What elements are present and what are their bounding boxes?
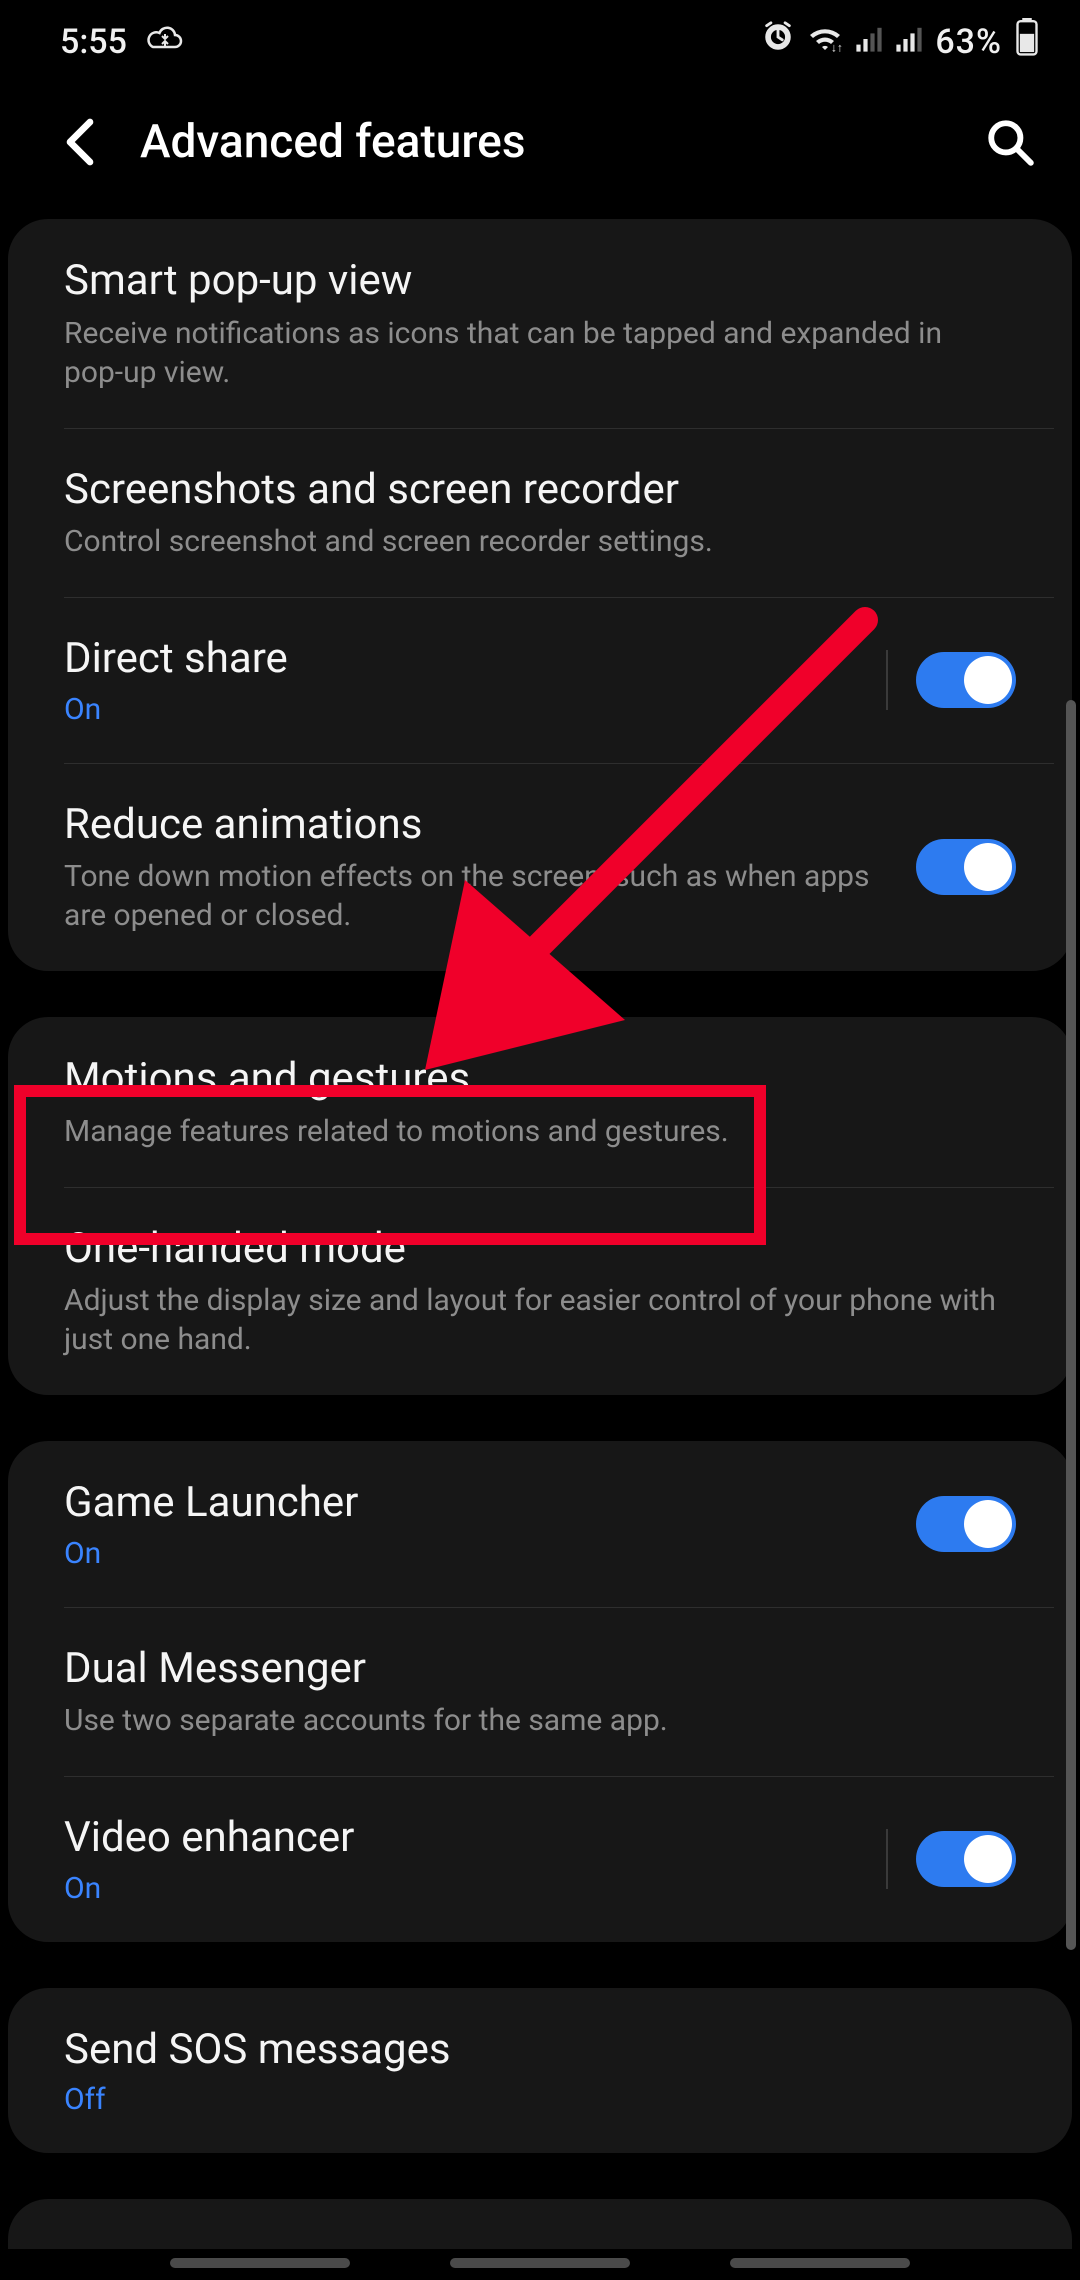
status-bar: 5:55 ↓↑ 63% — [0, 0, 1080, 75]
game-launcher-toggle[interactable] — [916, 1496, 1016, 1552]
setting-title: Motions and gestures — [64, 1053, 996, 1106]
setting-game-launcher[interactable]: Game Launcher On — [8, 1441, 1072, 1607]
signal-1-icon — [855, 22, 883, 62]
cloud-sync-icon — [145, 22, 185, 62]
nav-home[interactable] — [450, 2258, 630, 2268]
battery-percent: 63% — [935, 22, 1002, 62]
chevron-left-icon — [60, 117, 100, 167]
signal-2-icon — [895, 22, 923, 62]
setting-smart-popup[interactable]: Smart pop-up view Receive notifications … — [8, 219, 1072, 428]
app-header: Advanced features — [0, 75, 1080, 219]
setting-direct-share[interactable]: Direct share On — [8, 597, 1072, 763]
toggle-separator — [886, 650, 888, 710]
settings-group: Motions and gestures Manage features rel… — [8, 1017, 1072, 1395]
setting-title: Smart pop-up view — [64, 255, 996, 308]
video-enhancer-toggle[interactable] — [916, 1831, 1016, 1887]
setting-screenshots[interactable]: Screenshots and screen recorder Control … — [8, 428, 1072, 598]
search-button[interactable] — [980, 117, 1040, 167]
setting-title: Reduce animations — [64, 799, 896, 852]
status-time: 5:55 — [60, 22, 127, 62]
system-nav-bar — [0, 2245, 1080, 2280]
setting-title: Screenshots and screen recorder — [64, 464, 996, 517]
setting-subtitle: Adjust the display size and layout for e… — [64, 1281, 996, 1359]
direct-share-toggle[interactable] — [916, 652, 1016, 708]
setting-title: One-handed mode — [64, 1223, 996, 1276]
scroll-indicator[interactable] — [1066, 700, 1076, 1950]
setting-one-handed[interactable]: One-handed mode Adjust the display size … — [8, 1187, 1072, 1396]
back-button[interactable] — [50, 117, 110, 167]
setting-title: Video enhancer — [64, 1812, 866, 1865]
settings-group: Send SOS messages Off — [8, 1988, 1072, 2154]
setting-title: Direct share — [64, 633, 866, 686]
setting-subtitle: Tone down motion effects on the screen, … — [64, 857, 896, 935]
settings-group: Game Launcher On Dual Messenger Use two … — [8, 1441, 1072, 1942]
alarm-icon — [761, 20, 795, 63]
setting-subtitle: Use two separate accounts for the same a… — [64, 1701, 996, 1740]
setting-status: On — [64, 1871, 866, 1906]
settings-content: Smart pop-up view Receive notifications … — [0, 219, 1080, 2249]
battery-icon — [1014, 18, 1040, 65]
nav-back[interactable] — [730, 2258, 910, 2268]
setting-subtitle: Manage features related to motions and g… — [64, 1112, 996, 1151]
settings-group: Smart pop-up view Receive notifications … — [8, 219, 1072, 971]
toggle-separator — [886, 1829, 888, 1889]
setting-title: Dual Messenger — [64, 1643, 996, 1696]
nav-recent[interactable] — [170, 2258, 350, 2268]
setting-title: Send SOS messages — [64, 2024, 996, 2077]
setting-video-enhancer[interactable]: Video enhancer On — [8, 1776, 1072, 1942]
page-title: Advanced features — [140, 115, 980, 169]
wifi-icon: ↓↑ — [807, 22, 843, 62]
setting-status: Off — [64, 2082, 996, 2117]
setting-title: Game Launcher — [64, 1477, 896, 1530]
setting-status: On — [64, 1536, 896, 1571]
settings-group-stub — [8, 2199, 1072, 2249]
setting-status: On — [64, 692, 866, 727]
setting-send-sos[interactable]: Send SOS messages Off — [8, 1988, 1072, 2154]
search-icon — [985, 117, 1035, 167]
setting-motions-gestures[interactable]: Motions and gestures Manage features rel… — [8, 1017, 1072, 1187]
svg-text:↓↑: ↓↑ — [831, 40, 843, 53]
setting-reduce-animations[interactable]: Reduce animations Tone down motion effec… — [8, 763, 1072, 972]
reduce-animations-toggle[interactable] — [916, 839, 1016, 895]
setting-subtitle: Receive notifications as icons that can … — [64, 314, 996, 392]
setting-dual-messenger[interactable]: Dual Messenger Use two separate accounts… — [8, 1607, 1072, 1777]
setting-subtitle: Control screenshot and screen recorder s… — [64, 522, 996, 561]
